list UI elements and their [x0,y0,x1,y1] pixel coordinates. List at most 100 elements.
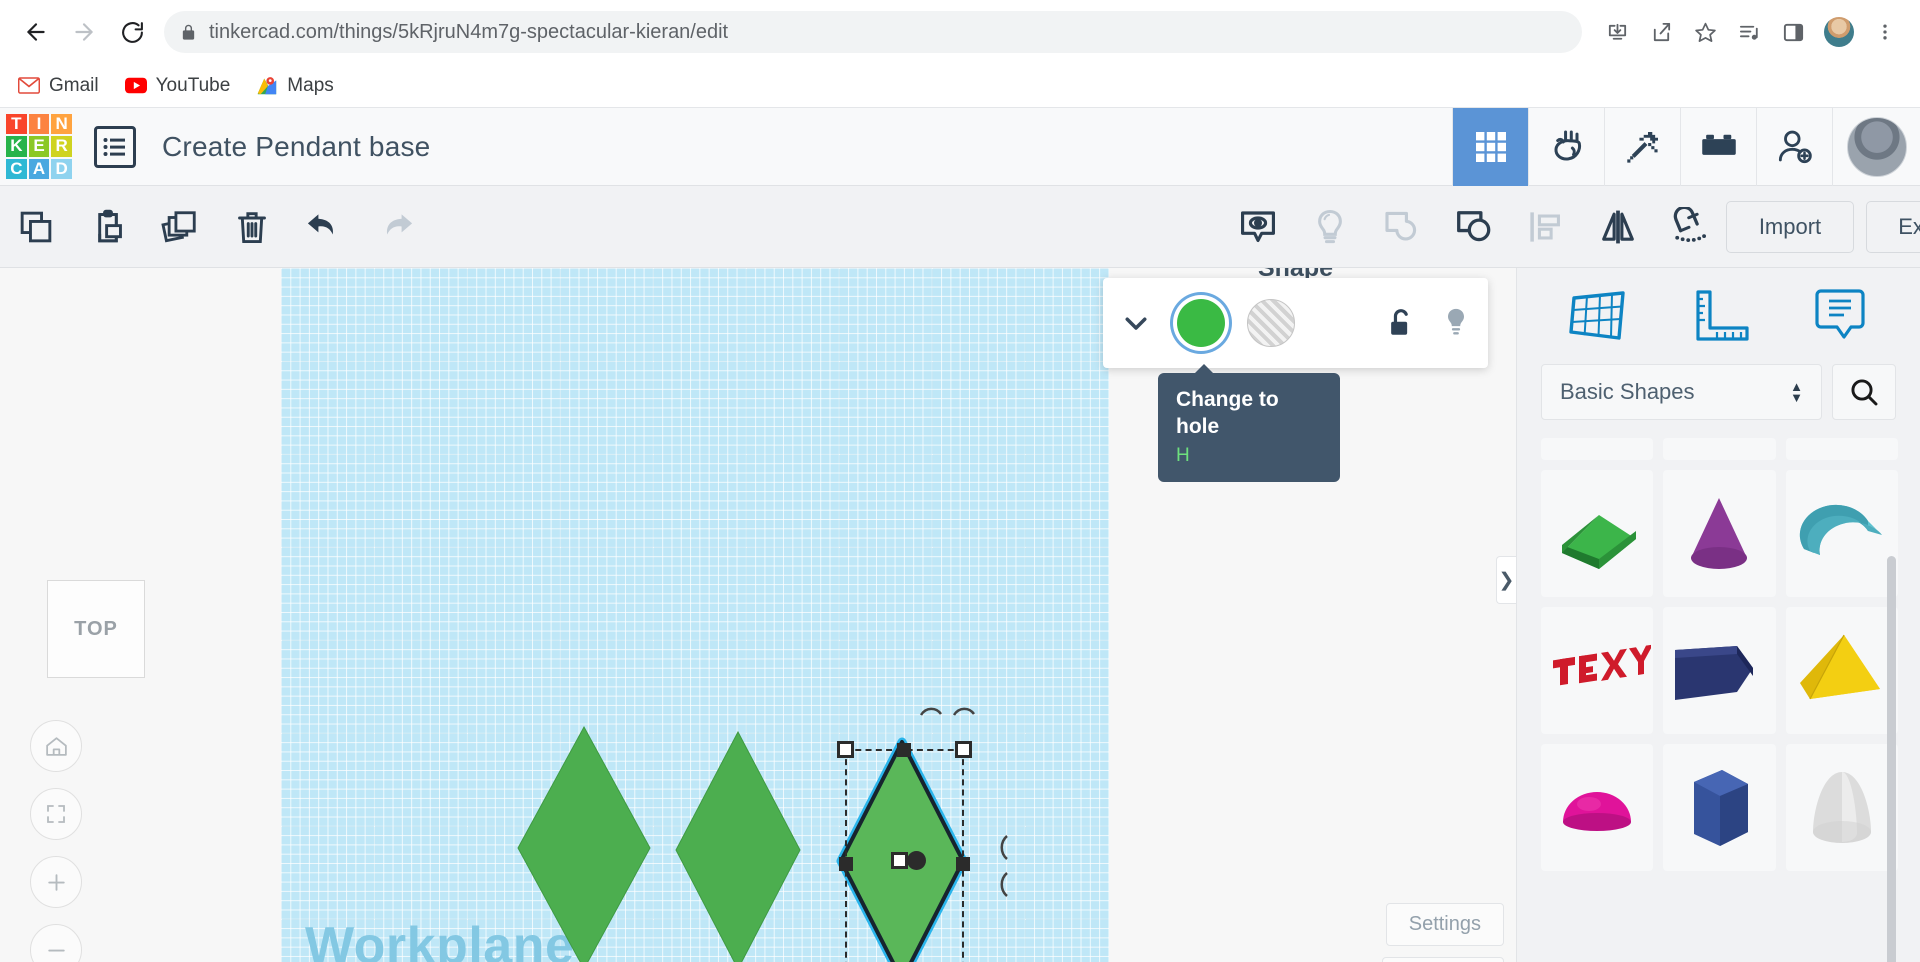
rotate-handle-right-icon[interactable] [996,833,1016,903]
zoom-out-icon[interactable] [30,924,82,962]
shapes-sidebar: Basic Shapes ▲ ▼ [1516,268,1920,962]
share-icon[interactable] [1640,11,1682,53]
ungroup-icon[interactable] [1366,186,1438,267]
view-tools [1222,186,1366,267]
sidebar-item-ruler[interactable] [1679,285,1759,347]
sidebar-item-notes[interactable] [1800,285,1880,347]
lego-brick-icon[interactable] [1680,107,1756,186]
toolbar-actions: Import Export Send To [1726,200,1920,253]
install-icon[interactable] [1596,11,1638,53]
add-person-icon[interactable] [1756,107,1832,186]
list-item[interactable] [1785,438,1898,460]
profile-avatar[interactable] [1824,17,1854,47]
page-title: Create Pendant base [162,130,431,162]
collapse-panel-chevron-right-icon[interactable]: ❯ [1496,556,1516,604]
bookmark-maps[interactable]: Maps [256,75,334,97]
side-panel-icon[interactable] [1772,11,1814,53]
import-button[interactable]: Import [1726,200,1854,253]
diamond-shape-1[interactable] [514,723,654,962]
list-item[interactable] [1541,438,1654,460]
shape-paraboloid[interactable] [1785,744,1898,871]
arrange-tools [1510,186,1726,267]
copy-icon[interactable] [0,186,72,267]
3d-canvas[interactable]: Workplane TOP Shape Change to hole H ❯ S… [0,268,1516,962]
address-bar[interactable]: tinkercad.com/things/5kRjruN4m7g-spectac… [164,11,1582,53]
canvas-nav-controls [30,720,82,962]
logo-tile: E [28,136,50,157]
media-playlist-icon[interactable] [1728,11,1770,53]
tooltip-shortcut: H [1176,444,1190,466]
history-tools [288,186,432,267]
undo-icon[interactable] [288,186,360,267]
unlock-icon[interactable] [1386,307,1416,339]
shape-gallery-grid [1541,438,1898,871]
browser-reload-button[interactable] [110,10,154,54]
zoom-in-icon[interactable] [30,856,82,908]
snap-grid-control: Snap Grid 0.1 mm ▲ [1280,957,1504,962]
user-avatar[interactable] [1832,107,1920,186]
lightbulb-icon[interactable] [1294,186,1366,267]
list-item[interactable] [1663,438,1776,460]
lightbulb-icon[interactable] [1442,307,1470,339]
blocks-grid-icon[interactable] [1452,107,1528,186]
snap-grid-select[interactable]: 0.1 mm ▲ [1382,957,1504,962]
bookmark-star-icon[interactable] [1684,11,1726,53]
resize-handle-top[interactable] [897,743,911,757]
browser-forward-button[interactable] [62,10,106,54]
search-icon[interactable] [1832,364,1896,420]
resize-handle-right[interactable] [956,857,970,871]
tinkercad-logo[interactable]: T I N K E R C A D [6,113,72,180]
move-up-handle[interactable] [907,851,926,870]
show-hide-eye-icon[interactable] [1222,186,1294,267]
fit-to-view-icon[interactable] [30,788,82,840]
shape-category-row: Basic Shapes ▲ ▼ [1517,364,1920,420]
diamond-shape-2[interactable] [672,728,804,962]
shape-gallery[interactable] [1541,438,1898,962]
height-handle[interactable] [891,852,908,869]
view-cube[interactable]: TOP [47,580,145,678]
stepper-updown-icon: ▲ ▼ [1790,378,1803,405]
rotate-handle-top-icon[interactable] [918,703,978,723]
shape-text[interactable] [1541,607,1654,734]
shape-hexagonal-prism[interactable] [1663,744,1776,871]
delete-trash-icon[interactable] [216,186,288,267]
solid-color-swatch[interactable] [1177,299,1225,347]
list-menu-icon[interactable] [94,125,136,168]
sidebar-scrollbar[interactable] [1887,556,1896,962]
resize-handle-tr[interactable] [955,741,972,758]
browser-back-button[interactable] [14,10,58,54]
home-view-icon[interactable] [30,720,82,772]
minecraft-pickaxe-icon[interactable] [1604,107,1680,186]
shape-half-cylinder[interactable] [1785,470,1898,597]
hole-hatched-swatch[interactable] [1247,299,1295,347]
settings-button[interactable]: Settings [1385,903,1504,946]
shape-wedge[interactable] [1541,470,1654,597]
codeblocks-hand-icon[interactable] [1528,107,1604,186]
shape-polygon-block[interactable] [1663,607,1776,734]
bookmark-gmail[interactable]: Gmail [18,75,99,97]
shape-cone[interactable] [1663,470,1776,597]
sidebar-item-workplane[interactable] [1558,285,1638,347]
shape-pyramid[interactable] [1785,607,1898,734]
kebab-menu-icon[interactable] [1864,11,1906,53]
bookmark-label: YouTube [155,74,231,96]
bookmark-youtube[interactable]: YouTube [124,74,231,97]
shape-category-select[interactable]: Basic Shapes ▲ ▼ [1541,364,1822,420]
duplicate-icon[interactable] [144,186,216,267]
bookmarks-bar: Gmail YouTube Maps [0,64,1920,108]
group-icon[interactable] [1438,186,1510,267]
change-to-hole-tooltip: Change to hole H [1158,364,1340,482]
redo-icon[interactable] [360,186,432,267]
resize-handle-tl[interactable] [837,741,854,758]
clipboard-tools [0,186,288,267]
paste-icon[interactable] [72,186,144,267]
mirror-flip-icon[interactable] [1582,186,1654,267]
shape-half-sphere[interactable] [1541,744,1654,871]
sidebar-tabs [1517,268,1920,364]
align-icon[interactable] [1510,186,1582,267]
shape-category-value: Basic Shapes [1560,379,1695,404]
resize-handle-left[interactable] [839,857,853,871]
export-button[interactable]: Export [1866,200,1920,253]
chevron-down-icon[interactable] [1121,308,1151,338]
snap-magnet-icon[interactable] [1654,186,1726,267]
